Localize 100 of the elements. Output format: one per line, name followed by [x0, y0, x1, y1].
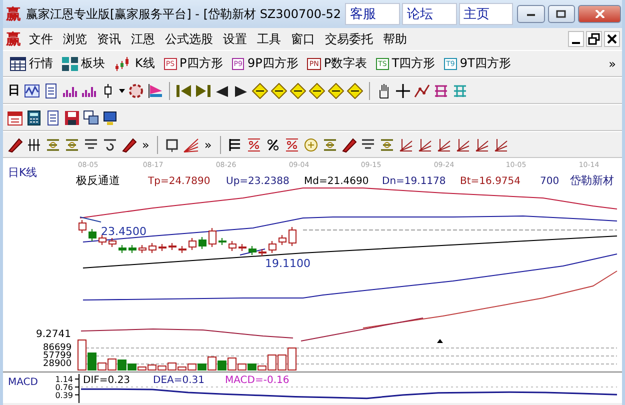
period-dropdown[interactable]: 日 [7, 82, 21, 99]
candlestick [88, 228, 96, 242]
volume-max-label: 9.2741 [36, 329, 71, 340]
minimize-button[interactable] [517, 5, 545, 23]
angle-lines-icon[interactable] [416, 136, 433, 152]
menu-item[interactable]: 窗口 [286, 30, 320, 48]
document-icon[interactable] [43, 82, 59, 98]
circle-lines-icon[interactable] [64, 136, 80, 152]
rectangle-icon[interactable] [164, 136, 180, 152]
candlestick [128, 244, 136, 254]
save-icon[interactable] [64, 110, 80, 126]
indicator-reading: Dn=19.1178 [382, 176, 446, 187]
more-button[interactable]: » [202, 138, 214, 152]
more-button[interactable]: » [606, 56, 618, 70]
high-price-label: 23.4500 [101, 225, 146, 238]
vertical-lines-icon[interactable] [26, 136, 42, 152]
circle-lines-icon[interactable] [322, 136, 338, 152]
minimize-icon[interactable] [568, 31, 584, 47]
window-title: 赢家江恩专业版[赢家服务平台] - [岱勒新材 SZ300700-52 [26, 6, 342, 22]
candlestick [78, 220, 86, 234]
candlestick [98, 234, 106, 246]
diamond-arrow-icon[interactable] [347, 82, 363, 98]
notepad-icon[interactable] [45, 110, 61, 126]
restore-icon[interactable] [586, 31, 602, 47]
period-label: 日K线 [8, 166, 38, 179]
menu-item[interactable]: 工具 [252, 30, 286, 48]
menu-item[interactable]: 江恩 [126, 30, 160, 48]
spiral-icon[interactable] [102, 136, 118, 152]
percent-lines-icon[interactable] [284, 136, 300, 152]
candlestick [108, 238, 116, 248]
angle-lines-icon[interactable] [398, 136, 414, 152]
angle-lines-icon[interactable] [474, 136, 490, 152]
candlestick [258, 248, 266, 256]
angle-lines-icon[interactable] [454, 136, 471, 152]
grid-symbol-icon[interactable] [433, 82, 449, 98]
pen-icon[interactable] [121, 136, 137, 152]
menu-item[interactable]: 设置 [218, 30, 252, 48]
candlestick [168, 242, 176, 250]
crosshair-icon[interactable] [395, 82, 411, 98]
menu-item[interactable]: 文件 [24, 30, 58, 48]
more-button[interactable]: » [140, 138, 152, 152]
diamond-arrow-icon[interactable] [309, 82, 325, 98]
trend-line [80, 216, 102, 222]
menu-item[interactable]: 资讯 [92, 30, 126, 48]
candlestick [188, 238, 196, 250]
menu-item[interactable]: 帮助 [378, 30, 412, 48]
wave-chart-icon[interactable] [24, 82, 40, 98]
diamond-arrow-icon[interactable] [328, 82, 344, 98]
indicator-reading: Up=23.2388 [226, 176, 290, 187]
angle-lines-icon[interactable] [436, 136, 452, 152]
macd-axis-label: 0.39 [55, 390, 73, 400]
close-icon[interactable] [604, 31, 620, 47]
percent-icon[interactable] [264, 136, 281, 152]
menu-item[interactable]: 交易委托 [320, 30, 378, 48]
pen-icon[interactable] [340, 136, 357, 152]
candlestick [208, 228, 216, 248]
maximize-button[interactable] [548, 5, 576, 23]
angle-lines-icon[interactable] [492, 136, 509, 152]
diamond-arrow-icon[interactable] [290, 82, 306, 98]
menu-item[interactable]: 公式选股 [160, 30, 218, 48]
indicator-reading: Tp=24.7890 [148, 176, 210, 187]
circle-lines-icon[interactable] [378, 136, 395, 152]
caret-icon[interactable] [119, 88, 125, 92]
calculator-icon[interactable] [26, 110, 42, 126]
app-logo: 赢 [5, 30, 22, 48]
app-logo: 赢 [5, 4, 22, 24]
table-icon [10, 56, 26, 70]
title-link[interactable]: 主页 [458, 3, 514, 25]
pen-icon[interactable] [7, 136, 23, 152]
blocks-icon [62, 56, 78, 70]
flag-icon[interactable] [147, 82, 163, 98]
stock-code: 700 [540, 176, 560, 187]
percent-lines-icon[interactable] [246, 136, 262, 152]
fan-lines-icon[interactable] [183, 136, 200, 152]
toolbar-button[interactable]: K线 [111, 55, 158, 72]
candlestick [278, 234, 286, 246]
close-icon [594, 10, 605, 18]
macd-axis-label: 0.76 [55, 383, 73, 392]
title-link[interactable]: 客服 [345, 3, 400, 25]
diamond-arrow-icon[interactable] [271, 82, 287, 98]
calendar-icon[interactable] [7, 110, 23, 126]
diamond-arrow-icon[interactable] [252, 82, 268, 98]
circle-lines-icon[interactable] [45, 136, 61, 152]
candlestick [228, 240, 236, 252]
skip-back-icon[interactable] [176, 82, 192, 98]
skip-forward-icon[interactable] [195, 82, 211, 98]
maximize-icon [556, 10, 566, 18]
toolbar-button[interactable]: 板块 [59, 55, 108, 72]
windows-icon[interactable] [83, 110, 99, 126]
candlestick [248, 246, 256, 256]
monitor-icon[interactable] [102, 110, 118, 126]
menu-item[interactable]: 浏览 [58, 30, 92, 48]
title-link[interactable]: 论坛 [402, 3, 457, 25]
macd-label: MACD [8, 377, 38, 388]
close-button[interactable] [578, 5, 621, 23]
grid-symbol-icon[interactable] [452, 82, 468, 98]
zigzag-line-icon[interactable] [414, 82, 430, 98]
coin-icon[interactable] [302, 136, 319, 152]
candlestick [268, 240, 276, 254]
toolbar-button[interactable]: 行情 [7, 55, 56, 72]
